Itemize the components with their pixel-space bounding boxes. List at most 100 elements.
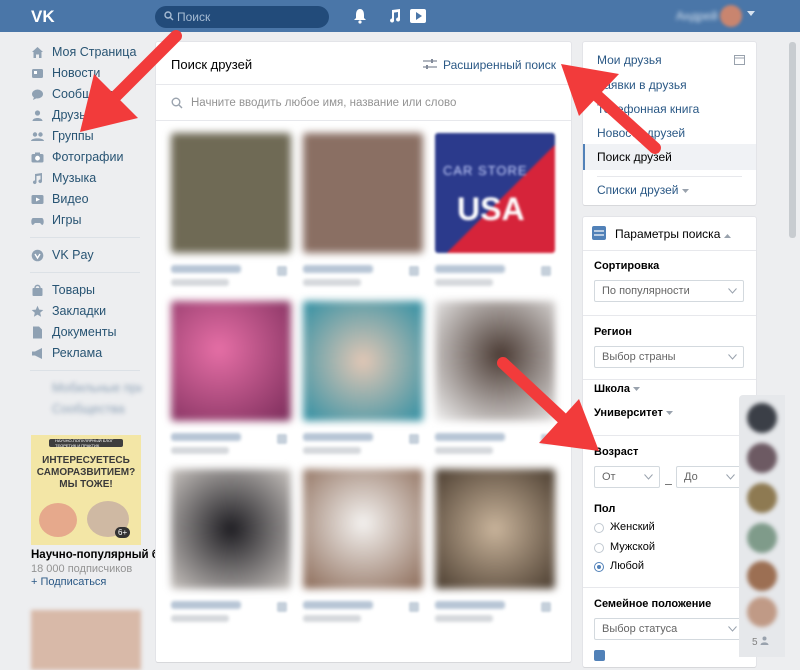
- friend-card[interactable]: [303, 301, 423, 454]
- calendar-icon[interactable]: [734, 54, 745, 65]
- chat-avatar[interactable]: [747, 403, 777, 433]
- ad-banner[interactable]: НАУЧНО-ПОПУЛЯРНЫЙ БЛОГ ТЕОРЕТИК И ПРАКТИ…: [31, 435, 141, 545]
- chat-avatar[interactable]: [747, 443, 777, 473]
- add-friend-icon[interactable]: [409, 266, 419, 276]
- ad-image[interactable]: [31, 610, 141, 670]
- add-friend-icon[interactable]: [541, 602, 551, 612]
- sort-label: Сортировка: [594, 260, 660, 272]
- chevron-down-icon: [728, 288, 737, 294]
- friend-card[interactable]: [303, 469, 423, 622]
- main-panel: Поиск друзей Расширенный поиск Начните в…: [156, 42, 571, 662]
- vk-logo-icon[interactable]: VK: [30, 6, 58, 26]
- friend-name[interactable]: [303, 601, 373, 609]
- sidebar-item-label: Товары: [52, 283, 95, 297]
- friend-name[interactable]: [435, 601, 505, 609]
- friend-mutual: [435, 279, 493, 286]
- friend-photo[interactable]: [171, 469, 291, 589]
- chevron-down-icon: [665, 411, 673, 415]
- friend-search-input[interactable]: Начните вводить любое имя, название или …: [171, 90, 556, 118]
- chevron-down-icon[interactable]: [747, 11, 755, 17]
- add-friend-icon[interactable]: [409, 434, 419, 444]
- friend-card[interactable]: [171, 469, 291, 622]
- friend-card[interactable]: [171, 133, 291, 286]
- radio-male-label[interactable]: Мужской: [610, 541, 655, 553]
- friend-photo[interactable]: [435, 469, 555, 589]
- chat-avatar[interactable]: [747, 561, 777, 591]
- scrollbar[interactable]: [789, 42, 796, 238]
- chat-avatar[interactable]: [747, 597, 777, 627]
- add-friend-icon[interactable]: [277, 602, 287, 612]
- advanced-search-link[interactable]: Расширенный поиск: [423, 58, 556, 72]
- region-label: Регион: [594, 326, 632, 338]
- groups-icon: [31, 132, 44, 141]
- sidebar-item-photos[interactable]: Фотографии: [30, 147, 142, 168]
- sidebar-item-games[interactable]: Игры: [30, 210, 142, 231]
- friend-card[interactable]: CAR STORE USA: [435, 133, 555, 286]
- add-friend-icon[interactable]: [277, 266, 287, 276]
- friend-photo[interactable]: [303, 133, 423, 253]
- sidebar-item-blurred[interactable]: Сообщества: [30, 399, 142, 420]
- sliders-icon: [423, 59, 437, 69]
- add-friend-icon[interactable]: [409, 602, 419, 612]
- friend-name[interactable]: [171, 433, 241, 441]
- friend-name[interactable]: [171, 601, 241, 609]
- radio-any[interactable]: [594, 562, 604, 572]
- radio-any-label[interactable]: Любой: [610, 560, 644, 572]
- music-icon[interactable]: [386, 8, 402, 24]
- sidebar-divider: [30, 370, 140, 371]
- search-params-panel: Параметры поиска Сортировка По популярно…: [583, 217, 756, 667]
- family-select[interactable]: Выбор статуса: [594, 618, 744, 640]
- search-params-toggle[interactable]: Параметры поиска: [615, 227, 731, 241]
- friend-card[interactable]: [303, 133, 423, 286]
- university-toggle[interactable]: Университет: [594, 407, 673, 419]
- radio-female-label[interactable]: Женский: [610, 521, 655, 533]
- sidebar-item-ads[interactable]: Реклама: [30, 343, 142, 364]
- sidebar-item-label: Фотографии: [52, 150, 124, 164]
- play-icon[interactable]: [410, 8, 426, 24]
- search-params-title: Параметры поиска: [615, 227, 721, 241]
- sidebar-item-blurred[interactable]: Мобильные приложения: [30, 378, 142, 399]
- sidebar-divider: [30, 272, 140, 273]
- follow-link[interactable]: + Подписаться: [31, 576, 106, 588]
- friend-photo[interactable]: [171, 133, 291, 253]
- avatar[interactable]: [720, 5, 742, 27]
- friend-name[interactable]: [171, 265, 241, 273]
- friend-mutual: [303, 615, 361, 622]
- radio-male[interactable]: [594, 543, 604, 553]
- bell-icon[interactable]: [352, 8, 368, 24]
- add-friend-icon[interactable]: [277, 434, 287, 444]
- friend-card[interactable]: [435, 469, 555, 622]
- friend-card[interactable]: [171, 301, 291, 454]
- search-input[interactable]: Поиск: [155, 6, 329, 28]
- sidebar-item-vkpay[interactable]: VK Pay: [30, 245, 142, 266]
- add-friend-icon[interactable]: [541, 266, 551, 276]
- sort-select[interactable]: По популярности: [594, 280, 744, 302]
- friend-photo[interactable]: [303, 301, 423, 421]
- chat-avatar[interactable]: [747, 483, 777, 513]
- user-name[interactable]: Андрей: [676, 9, 718, 23]
- country-select[interactable]: Выбор страны: [594, 346, 744, 368]
- sidebar-item-label: Музыка: [52, 171, 97, 185]
- sidebar-item-label: Игры: [52, 213, 82, 227]
- sidebar-item-documents[interactable]: Документы: [30, 322, 142, 343]
- chevron-down-icon: [681, 189, 689, 193]
- friend-photo[interactable]: [171, 301, 291, 421]
- friend-photo[interactable]: [303, 469, 423, 589]
- friend-name[interactable]: [303, 265, 373, 273]
- sidebar-item-label: Мобильные приложения: [52, 381, 142, 395]
- advanced-search-label: Расширенный поиск: [443, 58, 556, 72]
- chat-count[interactable]: 5: [752, 636, 769, 648]
- friend-photo[interactable]: CAR STORE USA: [435, 133, 555, 253]
- chat-avatar[interactable]: [747, 523, 777, 553]
- age-from-select[interactable]: От: [594, 466, 660, 488]
- sidebar-item-goods[interactable]: Товары: [30, 280, 142, 301]
- menu-item-friend-lists[interactable]: Списки друзей: [597, 183, 689, 197]
- friend-name[interactable]: [303, 433, 373, 441]
- friend-mutual: [171, 447, 229, 454]
- friend-name[interactable]: [435, 265, 505, 273]
- radio-female[interactable]: [594, 523, 604, 533]
- age-to-select[interactable]: До: [676, 466, 742, 488]
- sidebar-item-bookmarks[interactable]: Закладки: [30, 301, 142, 322]
- sidebar-item-video[interactable]: Видео: [30, 189, 142, 210]
- sidebar-item-music[interactable]: Музыка: [30, 168, 142, 189]
